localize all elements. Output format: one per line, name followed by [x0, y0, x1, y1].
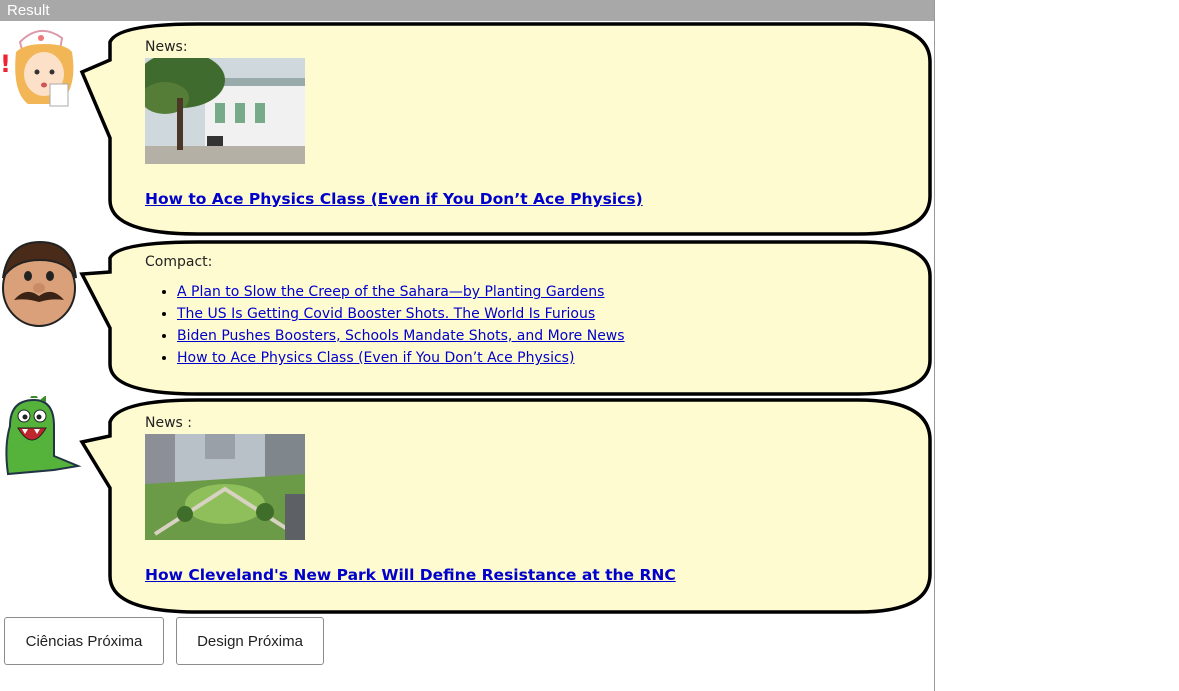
post-label: News : [145, 415, 192, 431]
post-label: News: [145, 39, 188, 55]
result-frame: Result ! News: How to Ace Physics Class … [0, 0, 935, 691]
chat-row-news-1: ! News: How to Ace Physics Class (Even i… [0, 20, 934, 242]
bubble-content: News : How Cleveland's New Park Will Def… [145, 414, 676, 584]
dinosaur-avatar-icon [0, 392, 82, 486]
svg-text:!: ! [0, 50, 11, 78]
compact-link[interactable]: A Plan to Slow the Creep of the Sahara—b… [177, 284, 604, 300]
compact-link[interactable]: How to Ace Physics Class (Even if You Do… [177, 350, 574, 366]
list-item: How to Ace Physics Class (Even if You Do… [177, 347, 625, 369]
campus-building-image[interactable] [145, 58, 305, 164]
list-item: A Plan to Slow the Creep of the Sahara—b… [177, 281, 625, 303]
list-item: Biden Pushes Boosters, Schools Mandate S… [177, 325, 625, 347]
chat-row-compact: Compact: A Plan to Slow the Creep of the… [0, 238, 934, 400]
compact-link[interactable]: Biden Pushes Boosters, Schools Mandate S… [177, 328, 625, 344]
nurse-avatar-icon: ! [0, 22, 82, 112]
bubble-content: Compact: A Plan to Slow the Creep of the… [145, 253, 625, 369]
compact-link[interactable]: The US Is Getting Covid Booster Shots. T… [177, 306, 595, 322]
bubble-content: News: How to Ace Physics Class (Even if … [145, 38, 643, 208]
compact-link-list: A Plan to Slow the Creep of the Sahara—b… [145, 281, 625, 369]
city-park-image[interactable] [145, 434, 305, 540]
list-item: The US Is Getting Covid Booster Shots. T… [177, 303, 625, 325]
headline-link[interactable]: How to Ace Physics Class (Even if You Do… [145, 190, 643, 208]
mustache-man-avatar-icon [0, 238, 82, 328]
result-title-bar: Result [0, 0, 934, 21]
design-next-button[interactable]: Design Próxima [176, 617, 324, 665]
chat-row-news-2: News : How Cleveland's New Park Will Def… [0, 392, 934, 618]
headline-link[interactable]: How Cleveland's New Park Will Define Res… [145, 566, 676, 584]
post-label: Compact: [145, 254, 213, 270]
ciencias-next-button[interactable]: Ciências Próxima [4, 617, 164, 665]
